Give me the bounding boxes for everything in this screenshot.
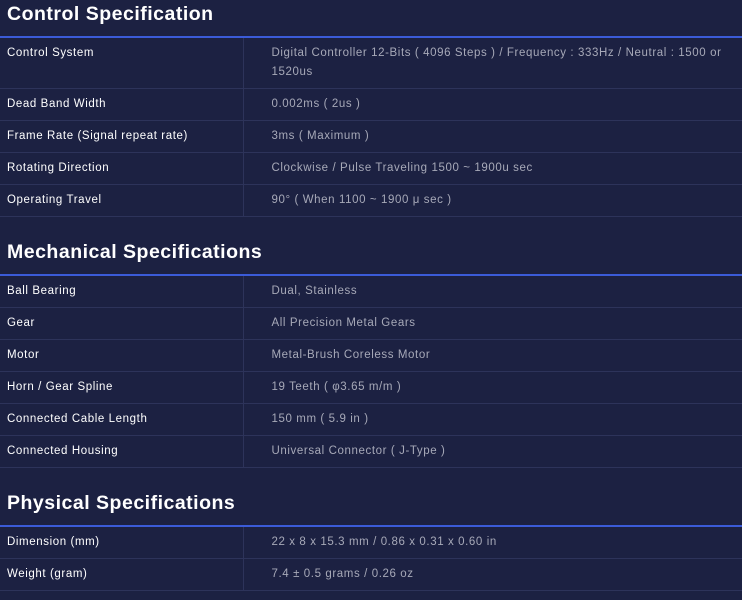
- spec-value: Metal-Brush Coreless Motor: [243, 339, 742, 372]
- section-heading: Control Specification: [7, 3, 214, 25]
- spec-label: Gear: [0, 307, 244, 340]
- spec-label: Frame Rate (Signal repeat rate): [0, 120, 244, 153]
- spec-value: 90° ( When 1100 ~ 1900 μ sec ): [243, 184, 742, 217]
- table-row: Weight (gram) 7.4 ± 0.5 grams / 0.26 oz: [0, 558, 742, 591]
- spec-value: 150 mm ( 5.9 in ): [243, 403, 742, 436]
- table-row: Connected Housing Universal Connector ( …: [0, 435, 742, 468]
- table-row: Ball Bearing Dual, Stainless: [0, 276, 742, 308]
- section-heading: Mechanical Specifications: [7, 241, 263, 263]
- spec-value: 0.002ms ( 2us ): [243, 88, 742, 121]
- table-row: Gear All Precision Metal Gears: [0, 307, 742, 340]
- physical-specifications-section: Physical Specifications Dimension (mm) 2…: [0, 468, 742, 591]
- spec-label: Control System: [0, 38, 244, 89]
- spec-value: All Precision Metal Gears: [243, 307, 742, 340]
- table-row: Operating Travel 90° ( When 1100 ~ 1900 …: [0, 184, 742, 217]
- spec-page: Control Specification Control System Dig…: [0, 0, 742, 591]
- mechanical-specifications-section: Mechanical Specifications Ball Bearing D…: [0, 217, 742, 468]
- table-row: Dimension (mm) 22 x 8 x 15.3 mm / 0.86 x…: [0, 527, 742, 559]
- spec-value: Dual, Stainless: [243, 276, 742, 308]
- spec-value: 19 Teeth ( φ3.65 m/m ): [243, 371, 742, 404]
- table-row: Dead Band Width 0.002ms ( 2us ): [0, 88, 742, 121]
- spec-label: Horn / Gear Spline: [0, 371, 244, 404]
- spec-label: Connected Cable Length: [0, 403, 244, 436]
- spec-value: 3ms ( Maximum ): [243, 120, 742, 153]
- spec-value: Digital Controller 12-Bits ( 4096 Steps …: [243, 38, 742, 89]
- spec-value: 22 x 8 x 15.3 mm / 0.86 x 0.31 x 0.60 in: [243, 527, 742, 559]
- spec-table: Control System Digital Controller 12-Bit…: [0, 38, 742, 217]
- table-row: Rotating Direction Clockwise / Pulse Tra…: [0, 152, 742, 185]
- spec-label: Ball Bearing: [0, 276, 244, 308]
- table-row: Connected Cable Length 150 mm ( 5.9 in ): [0, 403, 742, 436]
- spec-label: Operating Travel: [0, 184, 244, 217]
- table-row: Horn / Gear Spline 19 Teeth ( φ3.65 m/m …: [0, 371, 742, 404]
- spec-table: Ball Bearing Dual, Stainless Gear All Pr…: [0, 276, 742, 468]
- spec-label: Weight (gram): [0, 558, 244, 591]
- section-heading: Physical Specifications: [7, 492, 236, 514]
- spec-label: Rotating Direction: [0, 152, 244, 185]
- spec-value: 7.4 ± 0.5 grams / 0.26 oz: [243, 558, 742, 591]
- spec-table: Dimension (mm) 22 x 8 x 15.3 mm / 0.86 x…: [0, 527, 742, 591]
- spec-label: Dimension (mm): [0, 527, 244, 559]
- table-row: Control System Digital Controller 12-Bit…: [0, 38, 742, 89]
- table-row: Motor Metal-Brush Coreless Motor: [0, 339, 742, 372]
- spec-label: Dead Band Width: [0, 88, 244, 121]
- spec-label: Motor: [0, 339, 244, 372]
- table-row: Frame Rate (Signal repeat rate) 3ms ( Ma…: [0, 120, 742, 153]
- control-specification-section: Control Specification Control System Dig…: [0, 0, 742, 217]
- spec-value: Universal Connector ( J-Type ): [243, 435, 742, 468]
- spec-value: Clockwise / Pulse Traveling 1500 ~ 1900u…: [243, 152, 742, 185]
- spec-label: Connected Housing: [0, 435, 244, 468]
